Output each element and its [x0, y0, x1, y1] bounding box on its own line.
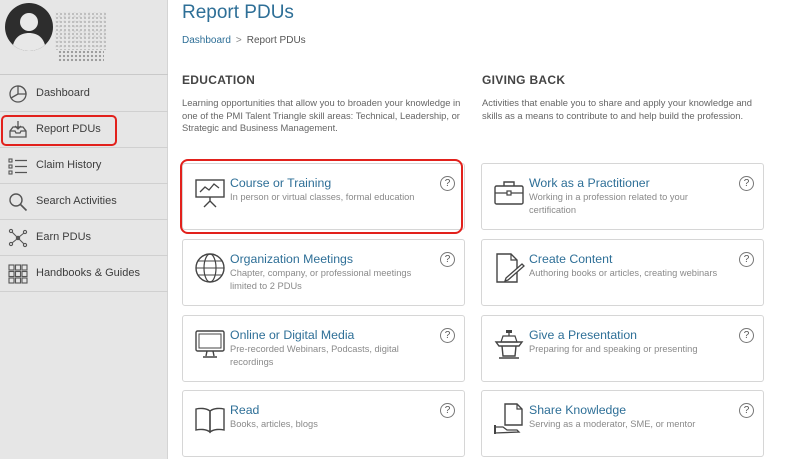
podium-icon: [494, 330, 524, 359]
card-subtitle: Pre-recorded Webinars, Podcasts, digital…: [230, 344, 399, 367]
document-pen-icon: [496, 253, 525, 283]
card-title: Give a Presentation: [529, 328, 638, 342]
network-icon: [8, 228, 28, 248]
help-icon[interactable]: ?: [440, 176, 455, 191]
list-icon: [8, 158, 27, 175]
card-online-or-digital-media[interactable]: Online or Digital Media Pre-recorded Web…: [182, 315, 465, 382]
education-description: Learning opportunities that allow you to…: [182, 97, 461, 133]
card-subtitle: Working in a profession related to your …: [529, 192, 688, 215]
sidebar-item-label: Earn PDUs: [36, 231, 92, 243]
open-book-icon: [195, 407, 225, 434]
card-title: Create Content: [529, 252, 613, 266]
sidebar-item-report-pdus[interactable]: Report PDUs: [0, 112, 168, 148]
card-subtitle: Serving as a moderator, SME, or mentor: [529, 419, 696, 429]
card-organization-meetings[interactable]: Organization Meetings Chapter, company, …: [182, 239, 465, 306]
giving-back-heading: GIVING BACK: [482, 73, 566, 87]
page-title: Report PDUs: [182, 2, 294, 23]
breadcrumb-current: Report PDUs: [246, 35, 306, 46]
profile-area: [0, 0, 168, 75]
globe-icon: [195, 253, 225, 283]
card-course-or-training[interactable]: Course or Training In person or virtual …: [182, 163, 465, 230]
help-icon[interactable]: ?: [440, 403, 455, 418]
sidebar-item-search-activities[interactable]: Search Activities: [0, 184, 168, 220]
sidebar-item-label: Report PDUs: [36, 123, 101, 135]
card-work-as-a-practitioner[interactable]: Work as a Practitioner Working in a prof…: [481, 163, 764, 230]
help-icon[interactable]: ?: [739, 176, 754, 191]
profile-detail-redacted: [58, 50, 104, 62]
card-share-knowledge[interactable]: Share Knowledge Serving as a moderator, …: [481, 390, 764, 457]
avatar[interactable]: [5, 3, 53, 51]
document-hand-icon: [494, 403, 523, 434]
card-title: Share Knowledge: [529, 403, 627, 417]
breadcrumb: Dashboard > Report PDUs: [182, 35, 306, 46]
dashboard-icon: [9, 85, 27, 103]
card-subtitle: Books, articles, blogs: [230, 419, 318, 429]
education-heading: EDUCATION: [182, 73, 256, 87]
sidebar-item-claim-history[interactable]: Claim History: [0, 148, 168, 184]
user-silhouette-icon: [12, 13, 46, 51]
search-icon: [9, 193, 28, 212]
breadcrumb-separator: >: [235, 35, 242, 46]
card-subtitle: In person or virtual classes, formal edu…: [230, 192, 415, 202]
card-title: Course or Training: [230, 176, 332, 190]
briefcase-icon: [494, 181, 524, 205]
help-icon[interactable]: ?: [440, 328, 455, 343]
sidebar: Dashboard Report PDUs Claim History Sear…: [0, 0, 168, 459]
giving-back-description: Activities that enable you to share and …: [482, 97, 752, 121]
card-read[interactable]: Read Books, articles, blogs ?: [182, 390, 465, 457]
monitor-icon: [195, 330, 225, 358]
card-title: Read: [230, 403, 260, 417]
inbox-tray-icon: [9, 121, 27, 138]
sidebar-item-earn-pdus[interactable]: Earn PDUs: [0, 220, 168, 256]
breadcrumb-dashboard-link[interactable]: Dashboard: [182, 35, 231, 46]
card-create-content[interactable]: Create Content Authoring books or articl…: [481, 239, 764, 306]
help-icon[interactable]: ?: [739, 328, 754, 343]
grid-icon: [8, 264, 28, 284]
sidebar-item-dashboard[interactable]: Dashboard: [0, 76, 168, 112]
card-title: Online or Digital Media: [230, 328, 355, 342]
sidebar-item-handbooks-guides[interactable]: Handbooks & Guides: [0, 256, 168, 292]
presentation-board-icon: [195, 179, 225, 208]
sidebar-item-label: Claim History: [36, 159, 102, 171]
card-title: Work as a Practitioner: [529, 176, 650, 190]
sidebar-item-label: Search Activities: [36, 195, 117, 207]
help-icon[interactable]: ?: [739, 403, 754, 418]
card-subtitle: Preparing for and speaking or presenting: [529, 344, 698, 354]
card-subtitle: Authoring books or articles, creating we…: [529, 268, 718, 278]
sidebar-item-label: Handbooks & Guides: [36, 267, 140, 279]
sidebar-item-label: Dashboard: [36, 87, 90, 99]
card-give-a-presentation[interactable]: Give a Presentation Preparing for and sp…: [481, 315, 764, 382]
profile-name-redacted: [55, 12, 107, 50]
help-icon[interactable]: ?: [440, 252, 455, 267]
card-title: Organization Meetings: [230, 252, 354, 266]
card-subtitle: Chapter, company, or professional meetin…: [230, 268, 412, 291]
help-icon[interactable]: ?: [739, 252, 754, 267]
